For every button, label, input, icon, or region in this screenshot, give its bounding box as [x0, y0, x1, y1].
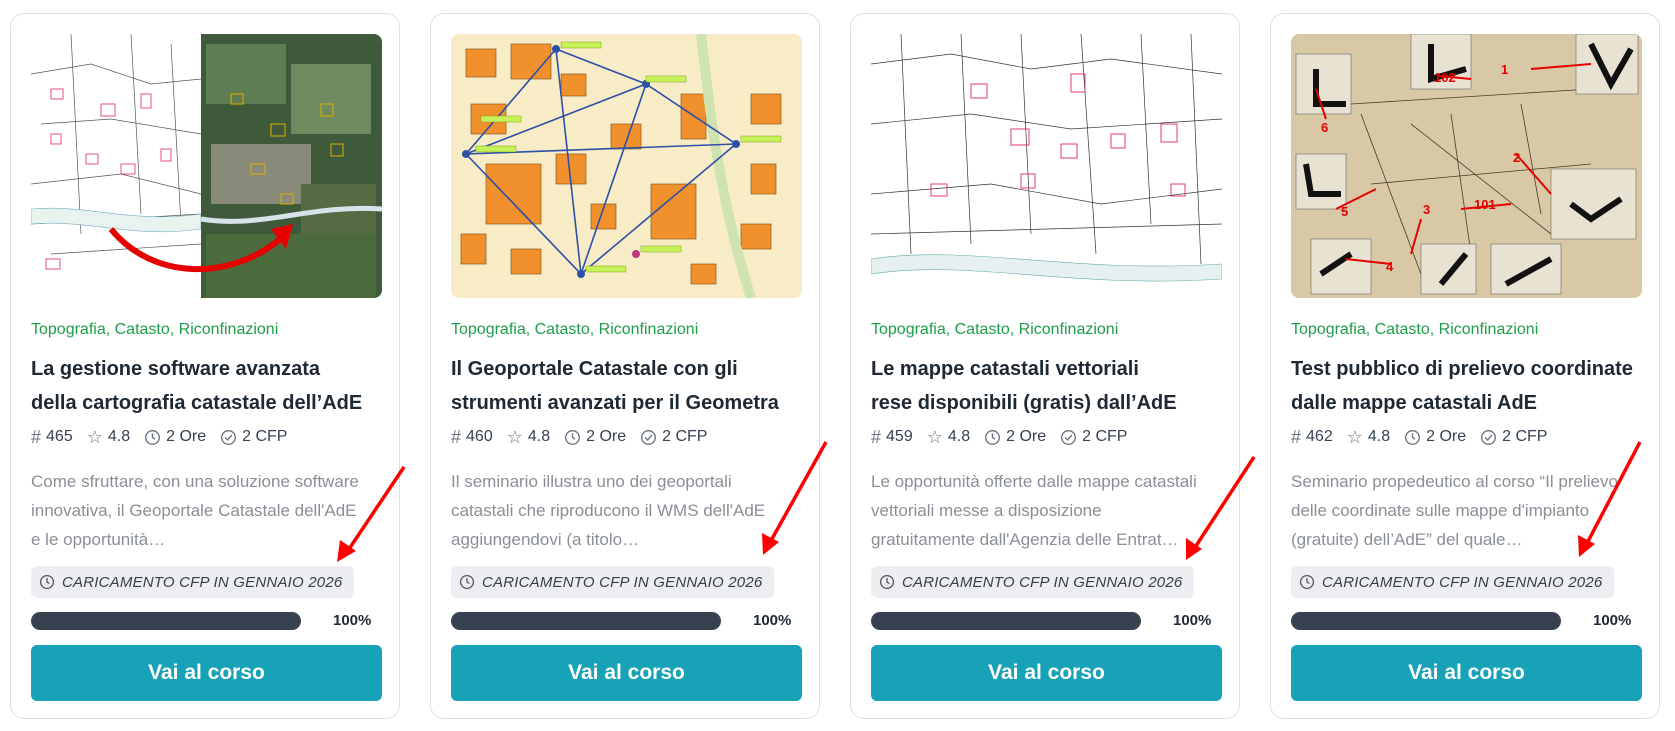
- progress-bar: [451, 612, 721, 630]
- course-duration: 2 Ore: [586, 428, 627, 445]
- course-title[interactable]: La gestione software avanzata della cart…: [31, 352, 391, 420]
- course-thumbnail[interactable]: [31, 34, 382, 298]
- course-meta: #460 ☆ 4.8 2 Ore 2 CFP: [451, 428, 721, 446]
- thumb-number-label: 3: [1423, 202, 1430, 217]
- course-title[interactable]: Le mappe catastali vettoriali rese dispo…: [871, 352, 1231, 420]
- course-card: Topografia, Catasto, Riconfinazioni Il G…: [430, 13, 820, 719]
- hash-icon: #: [31, 427, 42, 447]
- course-rating: 4.8: [107, 428, 131, 445]
- progress-bar: [31, 612, 301, 630]
- course-thumbnail[interactable]: [871, 34, 1222, 298]
- course-title-line[interactable]: Le mappe catastali vettoriali: [871, 352, 1231, 386]
- course-description: Seminario propedeutico al corso “Il prel…: [1291, 472, 1618, 549]
- star-icon: ☆: [506, 427, 523, 447]
- status-badge: CARICAMENTO CFP IN GENNAIO 2026: [31, 566, 355, 598]
- course-meta: #459 ☆ 4.8 2 Ore 2 CFP: [871, 428, 1141, 446]
- course-description: Come sfruttare, con una soluzione softwa…: [31, 472, 359, 549]
- course-cfp: 2 CFP: [1082, 428, 1128, 445]
- course-thumbnail[interactable]: [451, 34, 802, 298]
- status-badge-label: CARICAMENTO CFP IN GENNAIO 2026: [62, 573, 343, 591]
- course-cfp: 2 CFP: [662, 428, 708, 445]
- course-card: Topografia, Catasto, Riconfinazioni Le m…: [850, 13, 1240, 719]
- thumb-number-label: 1: [1501, 62, 1508, 77]
- course-title-line[interactable]: rese disponibili (gratis) dall’AdE: [871, 386, 1231, 420]
- course-cfp: 2 CFP: [242, 428, 288, 445]
- go-to-course-button[interactable]: Vai al corso: [31, 645, 382, 701]
- course-title[interactable]: Test pubblico di prelievo coordinate dal…: [1291, 352, 1651, 420]
- course-duration: 2 Ore: [1426, 428, 1467, 445]
- thumb-number-label: 101: [1474, 197, 1496, 212]
- clock-icon: [145, 429, 161, 445]
- go-to-course-button[interactable]: Vai al corso: [871, 645, 1222, 701]
- check-circle-icon: [221, 429, 237, 445]
- course-duration: 2 Ore: [1006, 428, 1047, 445]
- course-rating: 4.8: [947, 428, 971, 445]
- status-badge: CARICAMENTO CFP IN GENNAIO 2026: [1291, 566, 1615, 598]
- course-thumbnail[interactable]: 102 1 6 2 5 3 101 4: [1291, 34, 1642, 298]
- course-categories[interactable]: Topografia, Catasto, Riconfinazioni: [871, 321, 1118, 339]
- progress-label: 100%: [753, 612, 792, 629]
- course-title-line[interactable]: Il Geoportale Catastale con gli: [451, 352, 811, 386]
- course-title-line[interactable]: strumenti avanzati per il Geometra: [451, 386, 811, 420]
- check-circle-icon: [1061, 429, 1077, 445]
- course-categories[interactable]: Topografia, Catasto, Riconfinazioni: [1291, 321, 1538, 339]
- thumb-number-label: 5: [1341, 204, 1348, 219]
- thumb-number-label: 4: [1386, 259, 1394, 274]
- status-badge: CARICAMENTO CFP IN GENNAIO 2026: [871, 566, 1195, 598]
- course-card: Topografia, Catasto, Riconfinazioni La g…: [10, 13, 400, 719]
- course-meta: #465 ☆ 4.8 2 Ore 2 CFP: [31, 428, 301, 446]
- thumb-number-label: 6: [1321, 120, 1328, 135]
- thumb-number-label: 2: [1513, 150, 1520, 165]
- course-grid: Topografia, Catasto, Riconfinazioni La g…: [10, 13, 1660, 719]
- status-badge: CARICAMENTO CFP IN GENNAIO 2026: [451, 566, 775, 598]
- go-to-course-button[interactable]: Vai al corso: [1291, 645, 1642, 701]
- progress-label: 100%: [333, 612, 372, 629]
- star-icon: ☆: [1346, 427, 1363, 447]
- check-circle-icon: [641, 429, 657, 445]
- star-icon: ☆: [926, 427, 943, 447]
- course-description: Il seminario illustra uno dei geoportali…: [451, 472, 766, 549]
- course-rating: 4.8: [1367, 428, 1391, 445]
- hash-icon: #: [871, 427, 882, 447]
- hash-icon: #: [1291, 427, 1302, 447]
- progress-label: 100%: [1173, 612, 1212, 629]
- status-badge-label: CARICAMENTO CFP IN GENNAIO 2026: [482, 573, 763, 591]
- course-rating: 4.8: [527, 428, 551, 445]
- clock-icon: [985, 429, 1001, 445]
- course-title-line[interactable]: dalle mappe catastali AdE: [1291, 386, 1651, 420]
- hash-icon: #: [451, 427, 462, 447]
- course-categories[interactable]: Topografia, Catasto, Riconfinazioni: [451, 321, 698, 339]
- clock-icon: [1405, 429, 1421, 445]
- status-badge-label: CARICAMENTO CFP IN GENNAIO 2026: [1322, 573, 1603, 591]
- clock-icon: [565, 429, 581, 445]
- course-title-line[interactable]: della cartografia catastale dell’AdE: [31, 386, 391, 420]
- status-badge-label: CARICAMENTO CFP IN GENNAIO 2026: [902, 573, 1183, 591]
- course-card: 102 1 6 2 5 3 101 4 Topografia, Catasto,…: [1270, 13, 1660, 719]
- clock-icon: [39, 574, 55, 590]
- progress-bar: [871, 612, 1141, 630]
- go-to-course-button[interactable]: Vai al corso: [451, 645, 802, 701]
- course-duration: 2 Ore: [166, 428, 207, 445]
- course-id: 459: [886, 428, 913, 445]
- course-title-line[interactable]: La gestione software avanzata: [31, 352, 391, 386]
- clock-icon: [1299, 574, 1315, 590]
- clock-icon: [879, 574, 895, 590]
- thumb-number-label: 102: [1434, 70, 1456, 85]
- progress-label: 100%: [1593, 612, 1632, 629]
- course-id: 465: [46, 428, 73, 445]
- clock-icon: [459, 574, 475, 590]
- course-meta: #462 ☆ 4.8 2 Ore 2 CFP: [1291, 428, 1561, 446]
- course-cfp: 2 CFP: [1502, 428, 1548, 445]
- course-title[interactable]: Il Geoportale Catastale con gli strument…: [451, 352, 811, 420]
- course-id: 460: [466, 428, 493, 445]
- progress-bar: [1291, 612, 1561, 630]
- star-icon: ☆: [86, 427, 103, 447]
- course-categories[interactable]: Topografia, Catasto, Riconfinazioni: [31, 321, 278, 339]
- course-id: 462: [1306, 428, 1333, 445]
- course-title-line[interactable]: Test pubblico di prelievo coordinate: [1291, 352, 1651, 386]
- course-description: Le opportunità offerte dalle mappe catas…: [871, 472, 1197, 549]
- check-circle-icon: [1481, 429, 1497, 445]
